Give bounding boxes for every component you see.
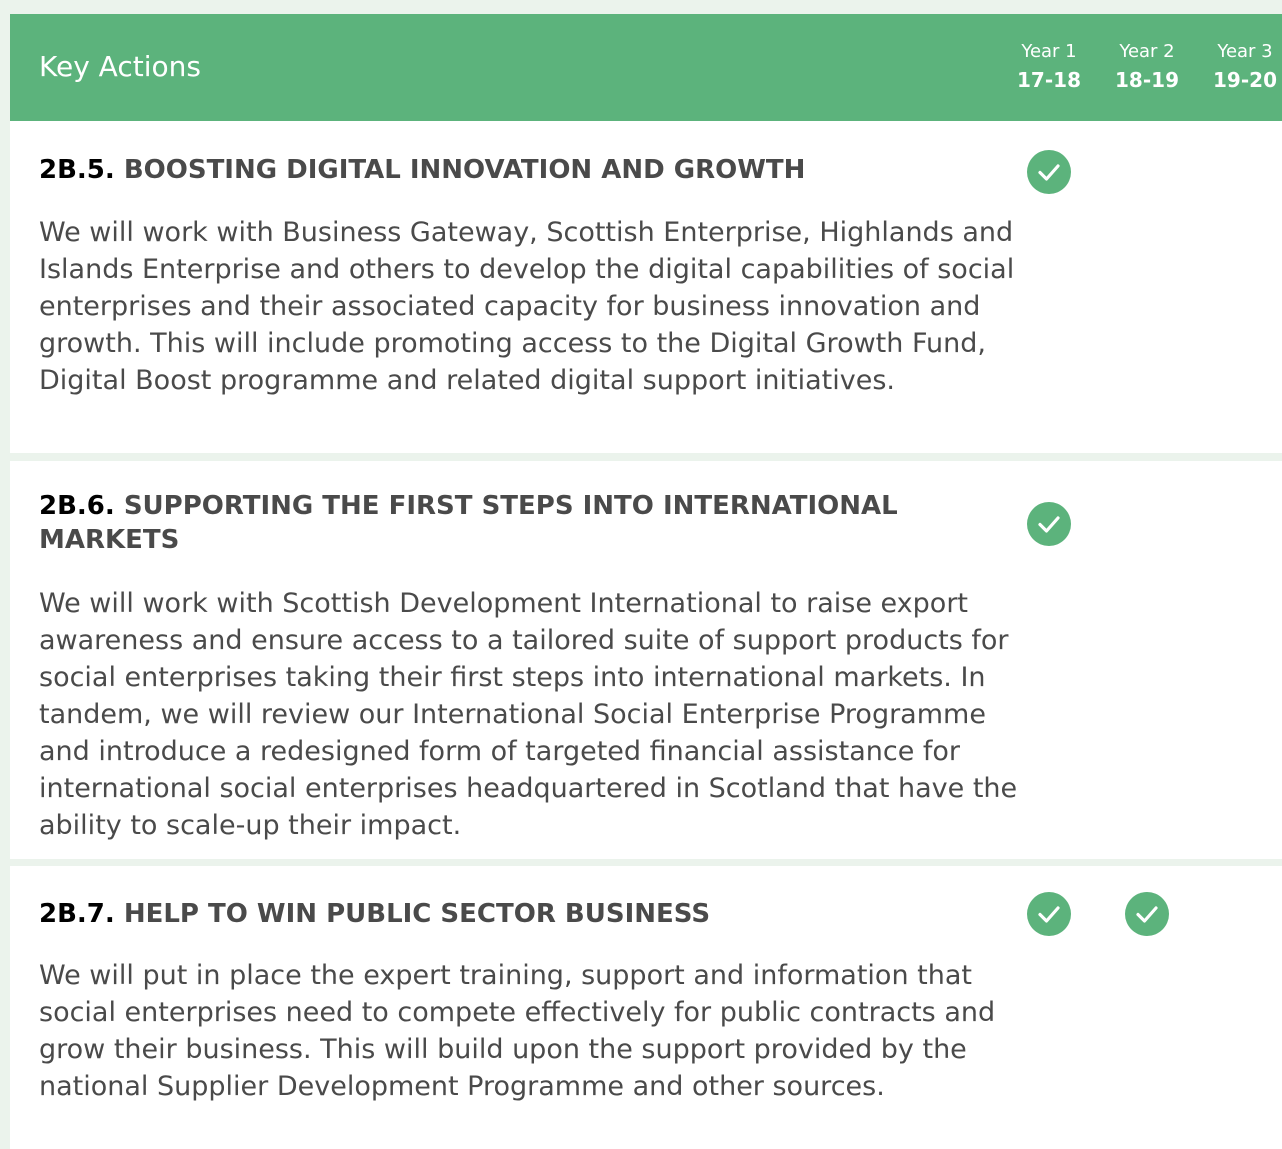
action-card-2b5: 2B.5. BOOSTING DIGITAL INNOVATION AND GR… bbox=[10, 121, 1282, 453]
check-circle-icon bbox=[1027, 502, 1071, 546]
action-heading: 2B.6. SUPPORTING THE FIRST STEPS INTO IN… bbox=[39, 489, 959, 557]
action-description: We will work with Scottish Development I… bbox=[39, 588, 1018, 841]
action-heading: 2B.5. BOOSTING DIGITAL INNOVATION AND GR… bbox=[39, 153, 959, 187]
action-code: 2B.6. bbox=[39, 491, 115, 521]
check-circle-icon bbox=[1027, 150, 1071, 194]
year-label: Year 2 bbox=[1119, 41, 1175, 62]
action-description: We will put in place the expert training… bbox=[39, 960, 996, 1102]
action-title: SUPPORTING THE FIRST STEPS INTO INTERNAT… bbox=[39, 491, 898, 555]
check-circle-icon bbox=[1027, 892, 1071, 936]
year-column-3: Year 3 19-20 bbox=[1200, 40, 1282, 96]
year-label: Year 3 bbox=[1217, 41, 1273, 62]
year-label: Year 1 bbox=[1021, 41, 1077, 62]
action-code: 2B.5. bbox=[39, 155, 115, 185]
action-title: BOOSTING DIGITAL INNOVATION AND GROWTH bbox=[123, 155, 806, 185]
year-range: 17-18 bbox=[1017, 68, 1081, 92]
year-column-1: Year 1 17-18 bbox=[1004, 40, 1094, 96]
header-title: Key Actions bbox=[39, 50, 201, 83]
year-range: 19-20 bbox=[1213, 68, 1277, 92]
key-actions-page: Key Actions Year 1 17-18 Year 2 18-19 Ye… bbox=[10, 14, 1282, 1149]
action-title: HELP TO WIN PUBLIC SECTOR BUSINESS bbox=[123, 899, 711, 929]
year-range: 18-19 bbox=[1115, 68, 1179, 92]
action-heading: 2B.7. HELP TO WIN PUBLIC SECTOR BUSINESS bbox=[39, 897, 959, 931]
action-code: 2B.7. bbox=[39, 899, 115, 929]
action-card-2b6: 2B.6. SUPPORTING THE FIRST STEPS INTO IN… bbox=[10, 461, 1282, 859]
key-actions-header: Key Actions Year 1 17-18 Year 2 18-19 Ye… bbox=[10, 14, 1282, 121]
action-card-2b7: 2B.7. HELP TO WIN PUBLIC SECTOR BUSINESS… bbox=[10, 866, 1282, 1149]
year-column-2: Year 2 18-19 bbox=[1102, 40, 1192, 96]
check-circle-icon bbox=[1125, 892, 1169, 936]
action-description: We will work with Business Gateway, Scot… bbox=[39, 217, 1015, 396]
